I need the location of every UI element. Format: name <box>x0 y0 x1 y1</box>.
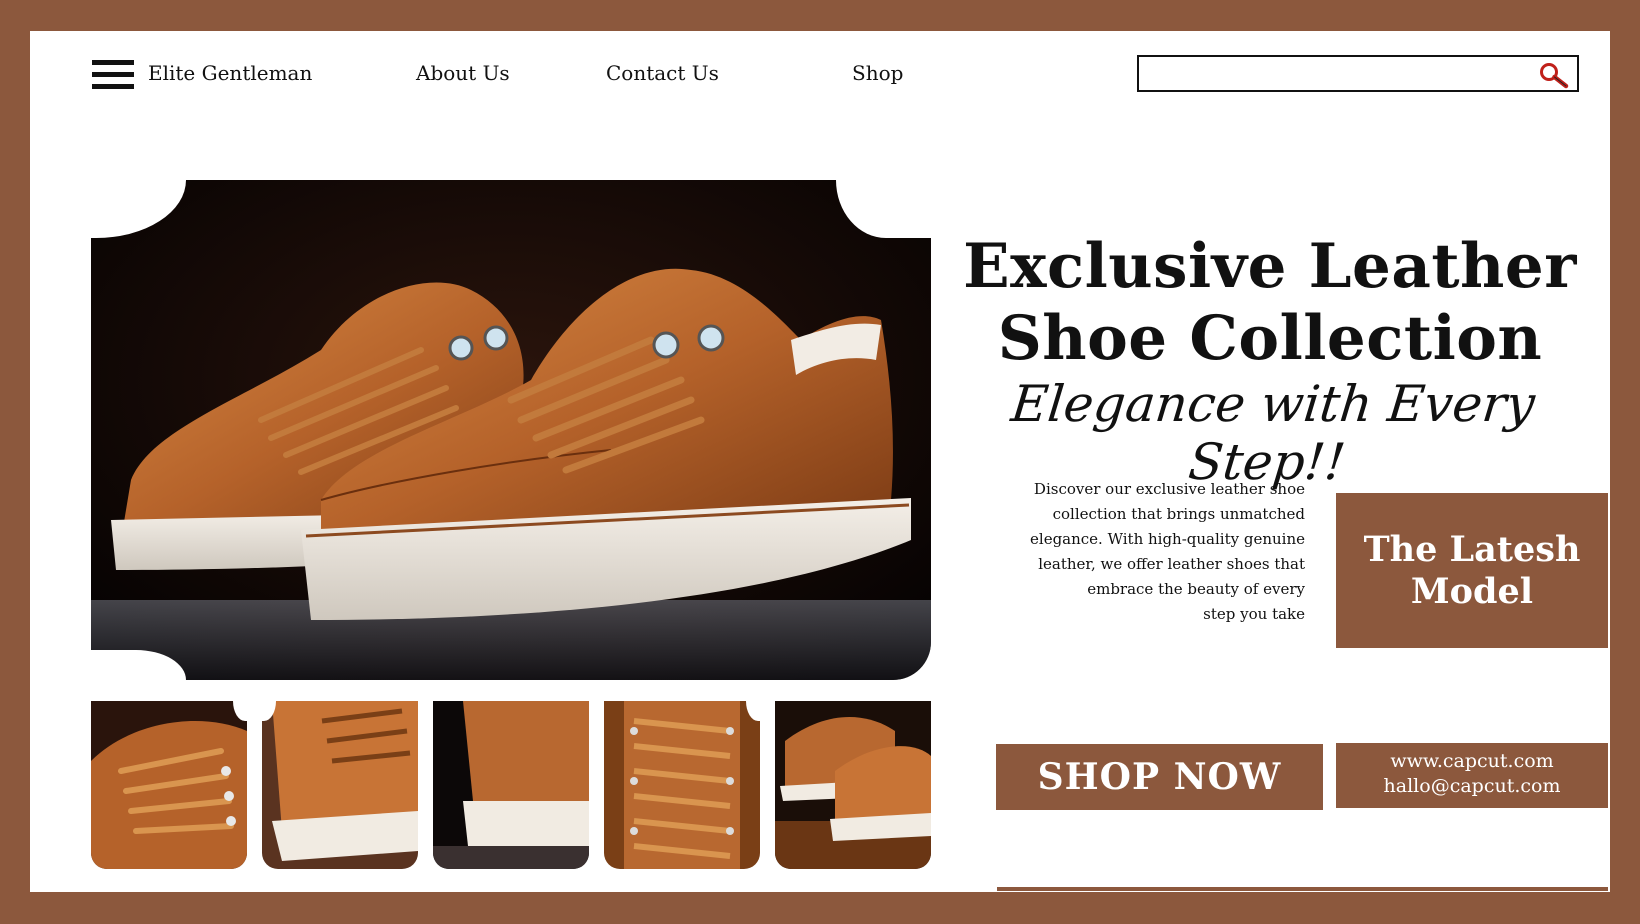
headline-line1: Exclusive Leather <box>963 231 1577 302</box>
description: Discover our exclusive leather shoe coll… <box>1005 477 1305 627</box>
nav-shop[interactable]: Shop <box>852 61 903 85</box>
thumbnail-pair-floor[interactable] <box>775 701 931 869</box>
thumbnail-side-view[interactable] <box>262 701 418 869</box>
search-input[interactable] <box>1139 57 1539 90</box>
description-line: leather, we offer leather shoes that <box>1038 555 1305 573</box>
thumbnail-laces-closeup[interactable] <box>91 701 247 869</box>
description-line: collection that brings unmatched <box>1052 505 1305 523</box>
menu-icon[interactable] <box>92 60 134 90</box>
description-line: step you take <box>1203 605 1305 623</box>
search-bar <box>1137 55 1579 92</box>
latest-line2: Model <box>1410 570 1534 612</box>
tagline: Elegance with Every Step!! <box>1008 375 1538 491</box>
nav-contact-us[interactable]: Contact Us <box>606 61 719 85</box>
latest-model-box: The Latesh Model <box>1336 493 1608 648</box>
latest-line1: The Latesh <box>1363 528 1581 570</box>
email-link[interactable]: hallo@capcut.com <box>1336 774 1608 799</box>
main-headline: Exclusive Leather Shoe Collection <box>950 231 1590 375</box>
hero-shoe-image <box>91 180 931 680</box>
thumbnail-top-laces[interactable] <box>604 701 760 869</box>
search-icon[interactable] <box>1537 61 1571 89</box>
shop-now-button[interactable]: SHOP NOW <box>996 744 1323 810</box>
nav-about-us[interactable]: About Us <box>416 61 510 85</box>
description-line: embrace the beauty of every <box>1087 580 1305 598</box>
divider-line <box>997 887 1608 891</box>
headline-line2: Shoe Collection <box>997 303 1543 374</box>
description-line: elegance. With high-quality genuine <box>1030 530 1305 548</box>
description-line: Discover our exclusive leather shoe <box>1033 480 1305 498</box>
contact-box: www.capcut.com hallo@capcut.com <box>1336 743 1608 808</box>
website-link[interactable]: www.capcut.com <box>1336 749 1608 774</box>
page-card: Elite Gentleman About Us Contact Us Shop <box>30 31 1610 892</box>
thumbnail-heel-view[interactable] <box>433 701 589 869</box>
brand-name[interactable]: Elite Gentleman <box>148 61 312 85</box>
